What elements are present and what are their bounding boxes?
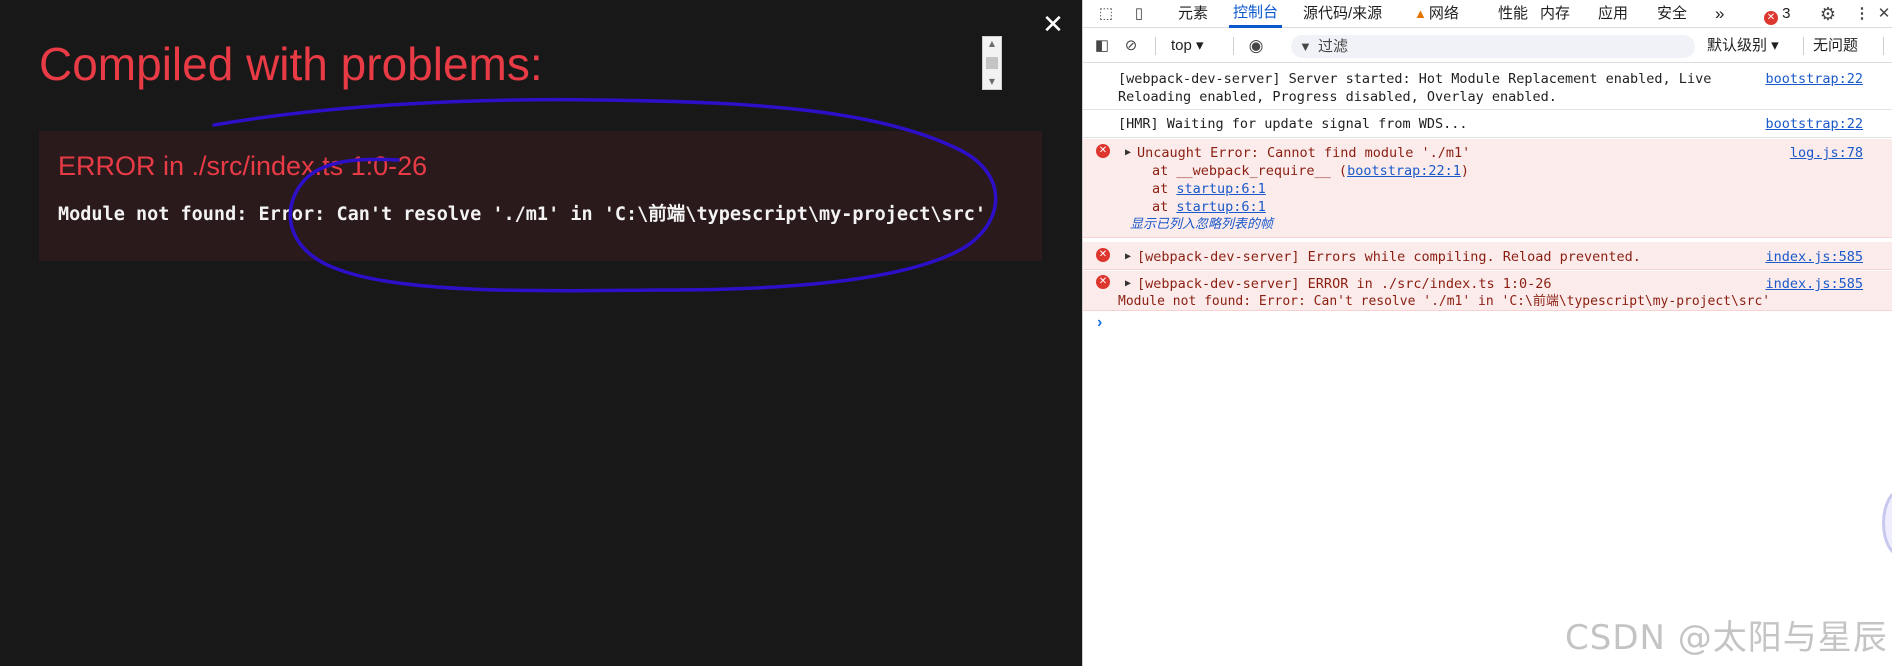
tab-application[interactable]: 应用 — [1594, 0, 1632, 28]
console-prompt[interactable]: › — [1097, 314, 1102, 332]
clear-console-icon[interactable]: ⊘ — [1120, 35, 1142, 57]
close-devtools-icon[interactable]: ✕ — [1873, 3, 1892, 25]
source-link[interactable]: log.js:78 — [1790, 144, 1863, 162]
stack-link[interactable]: startup:6:1 — [1176, 181, 1265, 197]
source-link[interactable]: bootstrap:22 — [1765, 115, 1863, 133]
console-messages: [webpack-dev-server] Server started: Hot… — [1083, 64, 1892, 331]
show-ignored-frames-link[interactable]: 显示已列入忽略列表的帧 — [1130, 216, 1273, 234]
filter-funnel-icon: ▼ — [1299, 39, 1312, 54]
warning-icon: ▲ — [1414, 6, 1427, 21]
tab-memory[interactable]: 内存 — [1536, 0, 1574, 28]
console-error-message: ✕ ▶ [webpack-dev-server] Errors while co… — [1083, 242, 1892, 270]
sidebar-toggle-icon[interactable]: ◧ — [1091, 35, 1113, 57]
error-icon: ✕ — [1096, 275, 1110, 289]
filter-input[interactable]: ▼ 过滤 — [1291, 35, 1695, 58]
source-link[interactable]: index.js:585 — [1765, 248, 1863, 266]
hand-drawn-annotation — [212, 97, 998, 293]
devtools-tab-bar: ⬚ ▯ 元素 控制台 源代码/来源 ▲ 网络 性能 内存 应用 安全 » ✕ 3 … — [1083, 0, 1892, 28]
tab-security[interactable]: 安全 — [1653, 0, 1691, 28]
webpack-error-overlay: ✕ Compiled with problems: ▲ ▼ ERROR in .… — [0, 0, 1082, 666]
issues-button[interactable]: 无问题 — [1813, 35, 1858, 57]
error-message: Module not found: Error: Can't resolve '… — [58, 204, 987, 225]
expand-caret-icon[interactable]: ▶ — [1125, 144, 1131, 162]
stack-link[interactable]: bootstrap:22:1 — [1347, 163, 1461, 179]
stack-link[interactable]: startup:6:1 — [1176, 199, 1265, 215]
log-level-select[interactable]: 默认级别 ▾ — [1707, 35, 1779, 57]
overlay-close-button[interactable]: ✕ — [1040, 8, 1066, 42]
overlay-scrollbar[interactable]: ▲ ▼ — [982, 36, 1002, 90]
tab-sources[interactable]: 源代码/来源 — [1299, 0, 1386, 28]
device-toolbar-icon[interactable]: ▯ — [1128, 3, 1150, 25]
error-icon: ✕ — [1096, 248, 1110, 262]
console-message: [HMR] Waiting for update signal from WDS… — [1083, 110, 1892, 138]
settings-gear-icon[interactable]: ⚙ — [1817, 3, 1839, 25]
tab-console[interactable]: 控制台 — [1229, 0, 1283, 28]
console-message: [webpack-dev-server] Server started: Hot… — [1083, 64, 1892, 110]
scroll-up-arrow-icon[interactable]: ▲ — [983, 38, 1001, 50]
console-toolbar: ◧ ⊘ top ▾ ◉ ▼ 过滤 默认级别 ▾ 无问题 — [1083, 29, 1892, 63]
tab-elements[interactable]: 元素 — [1174, 0, 1212, 28]
scroll-down-arrow-icon[interactable]: ▼ — [983, 76, 1001, 88]
inspect-element-icon[interactable]: ⬚ — [1095, 3, 1117, 25]
error-panel: ERROR in ./src/index.ts 1:0-26 Module no… — [39, 131, 1042, 261]
tab-network[interactable]: ▲ 网络 — [1410, 0, 1463, 28]
console-error-message: ✕ ▶ Uncaught Error: Cannot find module '… — [1083, 139, 1892, 238]
source-link[interactable]: bootstrap:22 — [1765, 70, 1863, 88]
live-expression-eye-icon[interactable]: ◉ — [1245, 35, 1267, 57]
expand-caret-icon[interactable]: ▶ — [1125, 248, 1131, 266]
error-heading: ERROR in ./src/index.ts 1:0-26 — [58, 151, 428, 181]
error-count-badge[interactable]: ✕ 3 — [1760, 0, 1795, 28]
filter-placeholder: 过滤 — [1318, 38, 1349, 55]
devtools-panel: ⬚ ▯ 元素 控制台 源代码/来源 ▲ 网络 性能 内存 应用 安全 » ✕ 3 … — [1082, 0, 1892, 666]
scroll-thumb[interactable] — [986, 57, 998, 69]
csdn-watermark: CSDN @太阳与星辰 — [1565, 618, 1888, 658]
error-icon: ✕ — [1096, 144, 1110, 158]
overlay-title: Compiled with problems: — [39, 38, 543, 90]
console-error-message: ✕ ▶ [webpack-dev-server] ERROR in ./src/… — [1083, 271, 1892, 311]
source-link[interactable]: index.js:585 — [1765, 275, 1863, 293]
tab-performance[interactable]: 性能 — [1494, 0, 1532, 28]
error-icon: ✕ — [1764, 11, 1778, 25]
expand-caret-icon[interactable]: ▶ — [1125, 275, 1131, 293]
more-tabs-button[interactable]: » — [1711, 0, 1728, 28]
context-select[interactable]: top ▾ — [1171, 35, 1204, 57]
more-options-icon[interactable]: ⋮ — [1851, 3, 1873, 25]
